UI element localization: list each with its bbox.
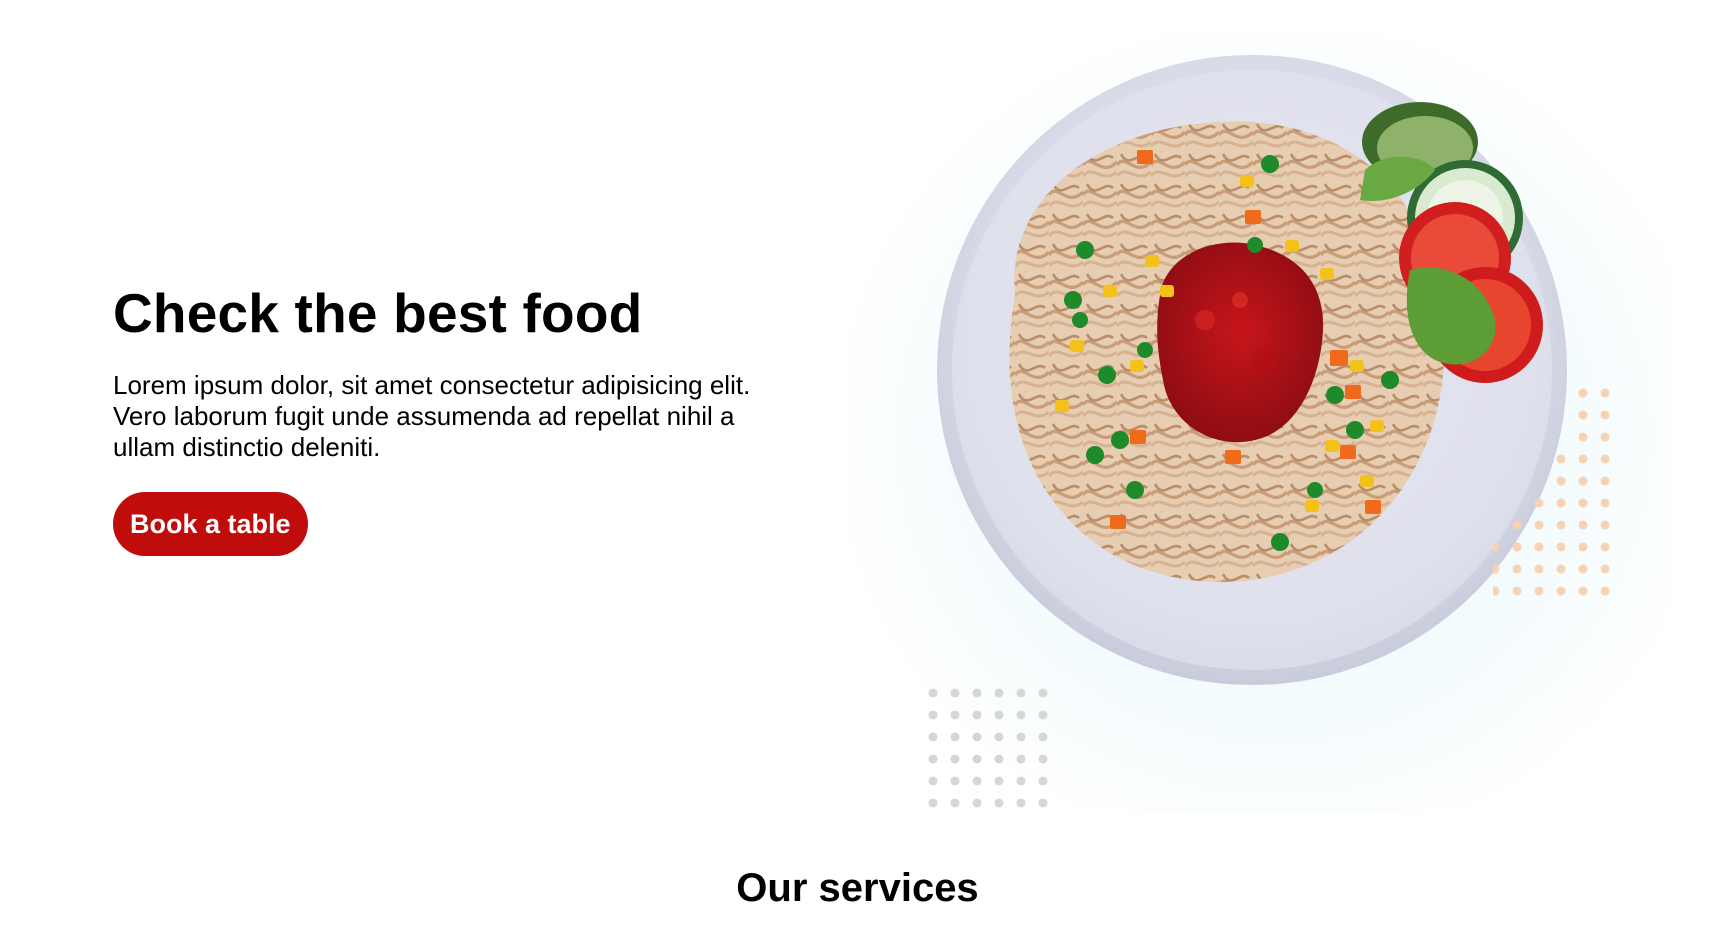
page: Check the best food Lorem ipsum dolor, s… — [0, 0, 1715, 942]
orange-dot-pattern — [1493, 388, 1610, 596]
hero-description: Lorem ipsum dolor, sit amet consectetur … — [113, 370, 751, 462]
gray-dot-pattern — [928, 688, 1048, 808]
hero-text-block: Check the best food Lorem ipsum dolor, s… — [113, 278, 813, 556]
book-table-button[interactable]: Book a table — [113, 492, 308, 556]
hero-image — [845, 30, 1670, 812]
hero-title: Check the best food — [113, 282, 643, 344]
services-section-title: Our services — [736, 866, 979, 910]
